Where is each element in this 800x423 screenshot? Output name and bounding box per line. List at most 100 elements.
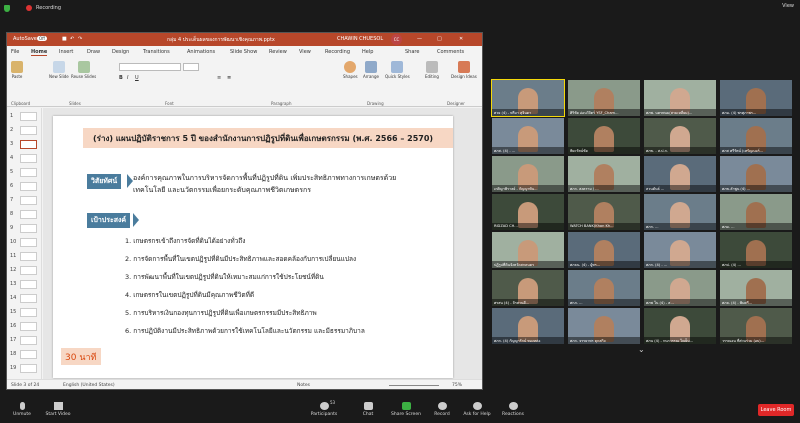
slide-thumbnail[interactable] [20, 112, 37, 121]
participant-tile[interactable]: ศิริชัย อ่อนวิจิตร์ YSF_Cham... [568, 80, 640, 116]
tab-animations[interactable]: Animations [187, 49, 215, 55]
arrange-button[interactable]: Arrange [363, 61, 379, 79]
participant-tile[interactable]: ศภก. จรรยาพร คุกสกิจ [568, 308, 640, 344]
slide-thumbnail[interactable] [20, 168, 37, 177]
participant-tile[interactable]: ศภน (4) - กนกวรรณ ใจเย็น... [644, 308, 716, 344]
unmute-button[interactable]: Unmute [6, 402, 38, 417]
participant-tile[interactable]: เกศิญาพิราลย์ - กัญญาพัน... [492, 156, 564, 192]
chevron-down-icon[interactable]: ⌄ [638, 345, 645, 354]
participant-tile[interactable]: ศภข.ลำพูน (4) ... [720, 156, 792, 192]
new-slide-button[interactable]: New Slide [49, 61, 69, 79]
tab-slide-show[interactable]: Slide Show [230, 49, 257, 55]
notes-button[interactable]: Notes [297, 383, 310, 388]
participant-tile[interactable]: ศรสน (4) - ถิรสานดี... [492, 270, 564, 306]
view-button[interactable]: View [782, 3, 794, 9]
font-name-select[interactable] [119, 63, 181, 71]
slide-thumbnail[interactable] [20, 126, 37, 135]
paste-button[interactable]: Paste [11, 61, 23, 79]
participant-tile[interactable]: ศภส. (4) - ... [492, 118, 564, 154]
slide-thumbnail[interactable] [20, 196, 37, 205]
participant-tile[interactable]: ศภข. - ส.ป.ก. [644, 118, 716, 154]
participant-tile[interactable]: WATCH BANK(Khon Kh... [568, 194, 640, 230]
participant-tile[interactable]: ศภก. (4) - ... [644, 232, 716, 268]
comments-button[interactable]: Comments [437, 49, 464, 55]
slide-thumbnail[interactable] [20, 336, 37, 345]
participant-tile[interactable]: ศกภ. ... [568, 270, 640, 306]
italic-icon[interactable]: I [127, 75, 132, 81]
undo-icon[interactable]: ↶ [70, 36, 74, 42]
participant-tile[interactable]: พิยะรัตน์ชัย [568, 118, 640, 154]
tab-transitions[interactable]: Transitions [143, 49, 170, 55]
language-indicator[interactable]: English (United States) [63, 383, 115, 388]
participant-tile[interactable]: ศภส ศรีรัตน์ (เหรัญเบอร์... [720, 118, 792, 154]
reuse-slides-button[interactable]: Reuse Slides [71, 61, 96, 79]
participant-tile[interactable]: สวนคันธ์ ... [644, 156, 716, 192]
underline-icon[interactable]: U [135, 75, 140, 81]
slide-thumbnail[interactable] [20, 280, 37, 289]
slide-thumbnail[interactable] [20, 238, 37, 247]
chat-button[interactable]: Chat [358, 402, 378, 417]
slide-thumbnail[interactable] [20, 266, 37, 275]
slide-thumbnail[interactable] [20, 154, 37, 163]
share-screen-button[interactable]: Share Screen [388, 402, 424, 417]
slide-thumbnail[interactable] [20, 350, 37, 359]
slide-thumbnail[interactable] [20, 224, 37, 233]
slide-thumbnail[interactable] [20, 294, 37, 303]
participants-button[interactable]: Participants [306, 402, 342, 417]
participant-tile[interactable]: ศภล. (4) - พิมศรี... [720, 270, 792, 306]
participant-tile[interactable]: RIDZAD CH... [492, 194, 564, 230]
tab-recording[interactable]: Recording [325, 49, 350, 55]
share-button[interactable]: Share [405, 49, 419, 55]
participant-tile[interactable]: ปฏิรูปที่ดินจังหวัดสกลนคร [492, 232, 564, 268]
maximize-icon[interactable]: □ [437, 36, 442, 42]
avatar[interactable]: CC [391, 34, 402, 45]
record-button[interactable]: Record [430, 402, 454, 417]
participant-tile[interactable]: วรรณอน ที่ส่วนร่วม (อบ)... [720, 308, 792, 344]
slide-thumbnail[interactable] [20, 308, 37, 317]
tab-review[interactable]: Review [269, 49, 287, 55]
font-size-select[interactable] [183, 63, 199, 71]
participant-tile[interactable]: ศภก. ... [644, 194, 716, 230]
zoom-level[interactable]: 75% [452, 383, 462, 388]
redo-icon[interactable]: ↷ [78, 36, 82, 42]
participant-tile[interactable]: ศภก. (4) กัญญารักน์ ทองหล่อ [492, 308, 564, 344]
tab-home[interactable]: Home [31, 49, 48, 56]
security-shield-icon[interactable] [4, 4, 10, 12]
quick-styles-button[interactable]: Quick Styles [385, 61, 410, 79]
autosave-toggle[interactable]: Off [37, 36, 47, 41]
reactions-button[interactable]: Reactions [498, 402, 528, 417]
slide-thumbnail[interactable] [20, 252, 37, 261]
tab-insert[interactable]: Insert [59, 49, 73, 55]
slide-thumbnail[interactable] [20, 210, 37, 219]
participant-tile[interactable]: ศภก. สงคราม / ... [568, 156, 640, 192]
editing-button[interactable]: Editing [425, 61, 439, 79]
tab-file[interactable]: File [11, 49, 19, 55]
slide[interactable]: (ร่าง) แผนปฏิบัติราชการ 5 ปี ของสำนักงาน… [53, 116, 453, 378]
tab-view[interactable]: View [299, 49, 311, 55]
participant-tile[interactable]: ศภม. (4) พรศุภาพร... [720, 80, 792, 116]
start-video-button[interactable]: Start Video [40, 402, 76, 417]
numbering-icon[interactable]: ≣ [227, 75, 232, 81]
participant-tile[interactable]: ศภพ. นครพนม(สามเหลี่ยม)... [644, 80, 716, 116]
design-ideas-button[interactable]: Design Ideas [451, 61, 477, 79]
bullets-icon[interactable]: ≡ [217, 75, 222, 81]
tab-draw[interactable]: Draw [87, 49, 100, 55]
participant-tile[interactable]: ศภพ ใน (4) - ส... [644, 270, 716, 306]
tab-help[interactable]: Help [362, 49, 373, 55]
slide-thumbnail[interactable] [20, 322, 37, 331]
shapes-button[interactable]: Shapes [343, 61, 358, 79]
participant-tile[interactable]: ศวย (4) - พรีมา สุจินดา [491, 79, 565, 117]
ask-for-help-button[interactable]: Ask for Help [460, 402, 494, 417]
slide-thumbnail[interactable] [20, 364, 37, 373]
save-icon[interactable]: ■ [62, 36, 67, 42]
participant-tile[interactable]: ศภผ. ... [720, 194, 792, 230]
participant-tile[interactable]: ศภธน. (4) - ผู้ทร... [568, 232, 640, 268]
participant-tile[interactable]: ศภป. (4) ... [720, 232, 792, 268]
minimize-icon[interactable]: — [417, 36, 422, 42]
tab-design[interactable]: Design [112, 49, 129, 55]
slide-thumbnail[interactable] [20, 140, 37, 149]
close-icon[interactable]: ✕ [459, 36, 463, 42]
bold-icon[interactable]: B [119, 75, 124, 81]
zoom-slider[interactable] [389, 385, 439, 386]
leave-room-button[interactable]: Leave Room [758, 404, 794, 416]
